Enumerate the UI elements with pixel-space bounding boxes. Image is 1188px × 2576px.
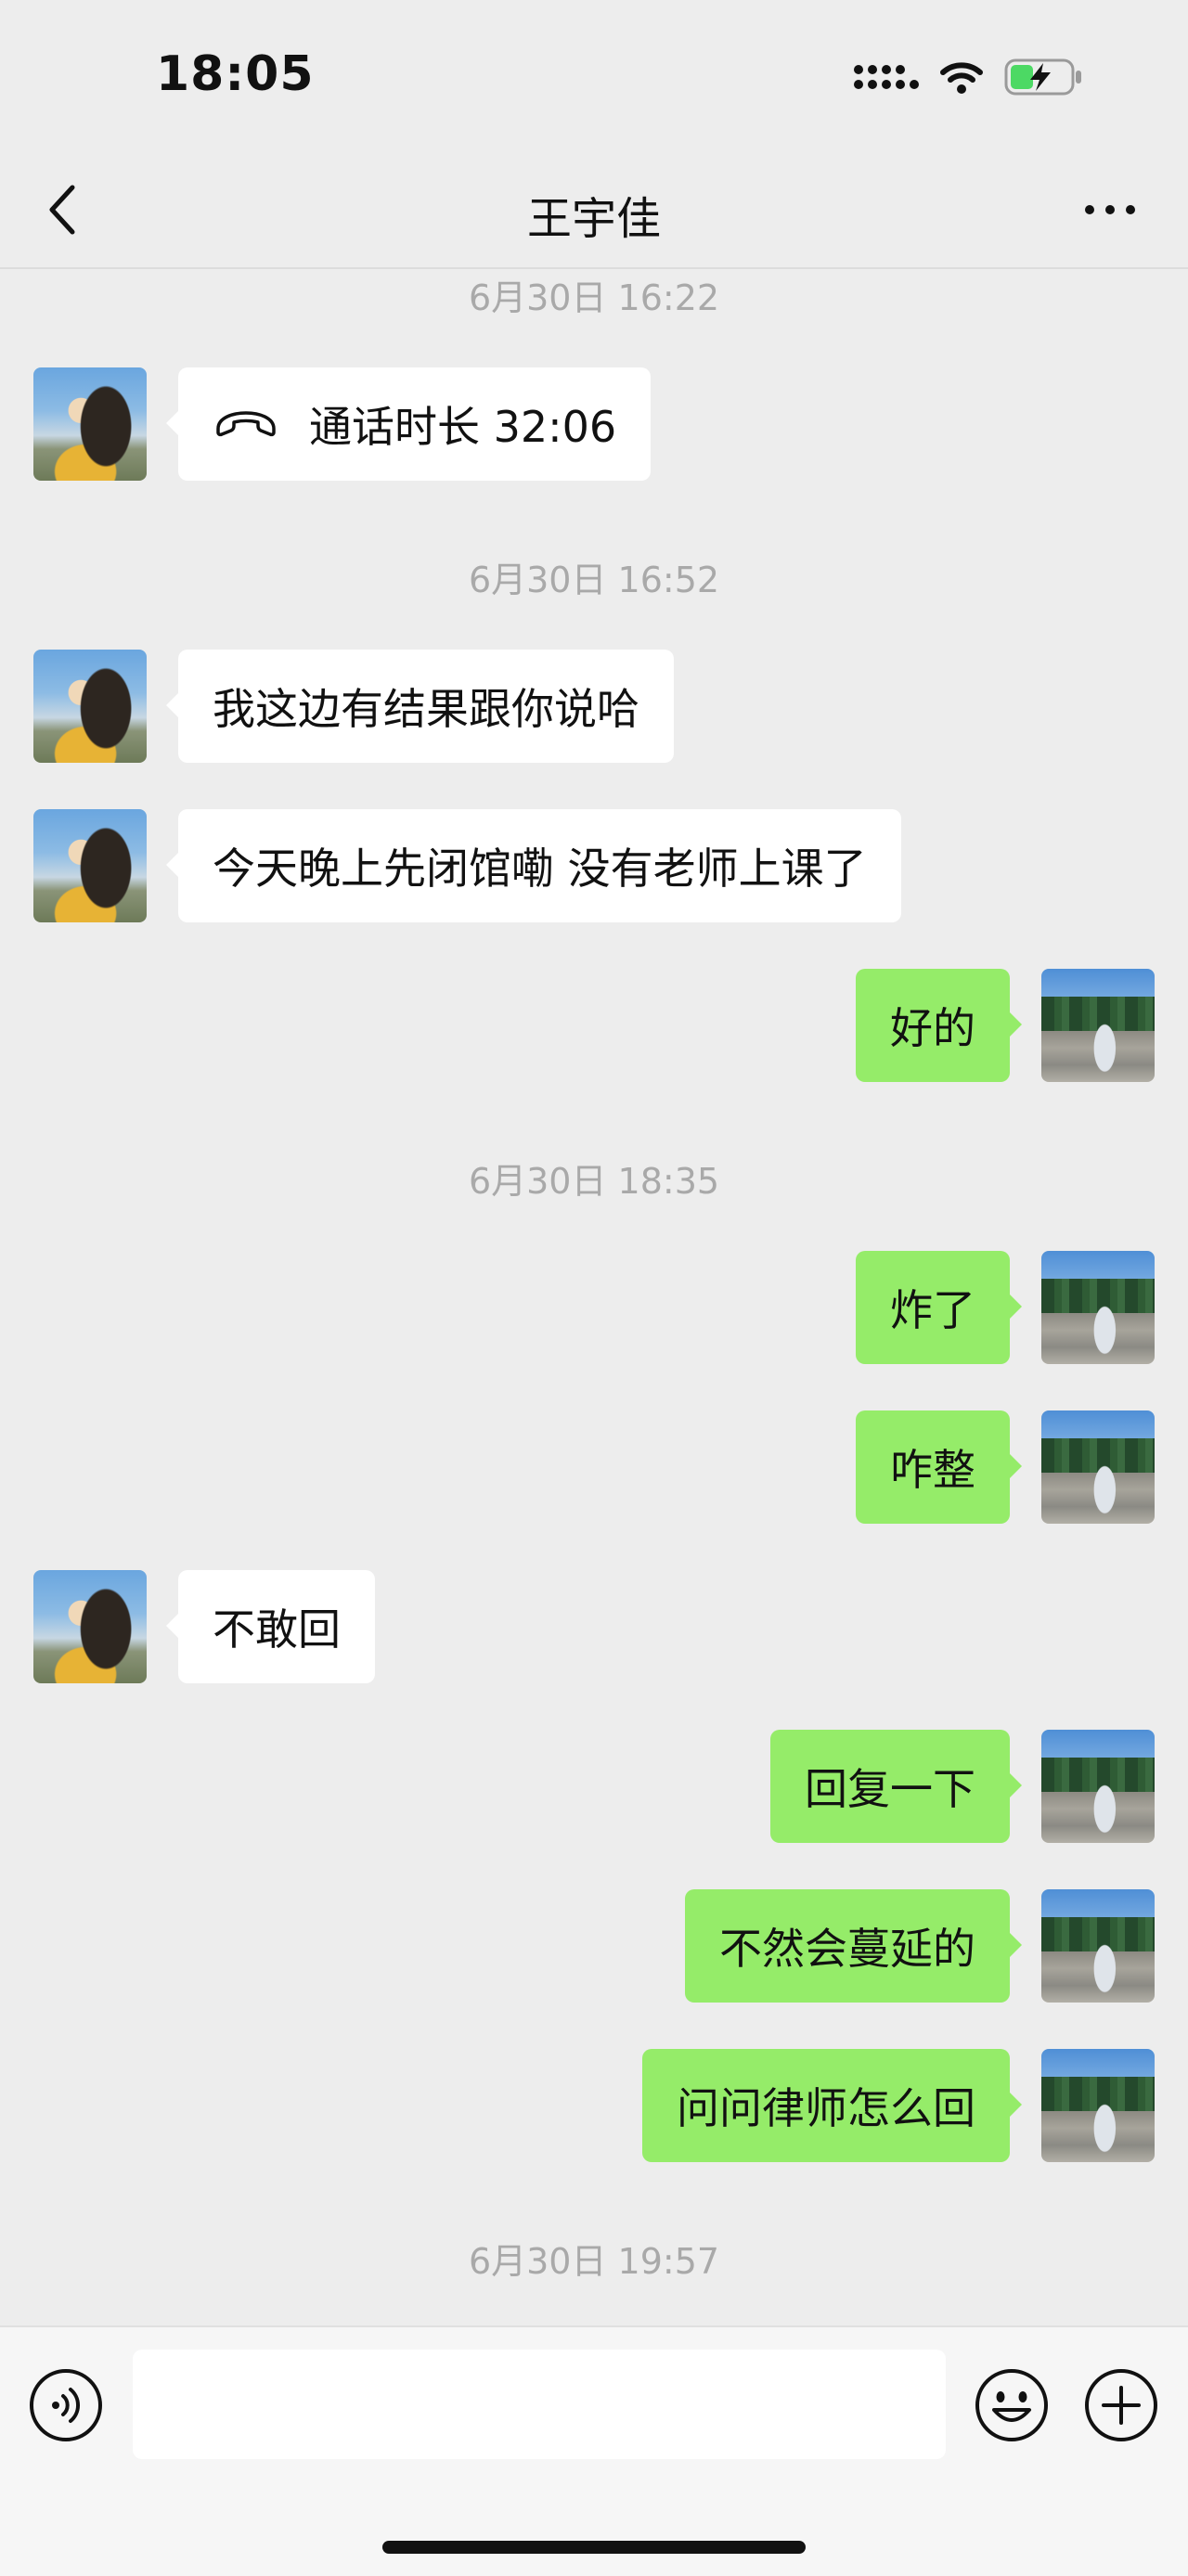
my-avatar[interactable] (1041, 969, 1155, 1082)
battery-charging-icon (1004, 58, 1084, 97)
plus-icon (1085, 2369, 1157, 2441)
timestamp: 6月30日 18:35 (468, 1161, 720, 1202)
message-bubble[interactable]: 我这边有结果跟你说哈 (166, 650, 674, 763)
cellular-signal-icon (854, 65, 919, 89)
message-bubble[interactable]: 今天晚上先闭馆嘞 没有老师上课了 (166, 809, 901, 922)
message-row: 不然会蔓延的 (0, 1889, 1188, 2004)
call-record-bubble[interactable]: 通话时长 32:06 (165, 367, 652, 481)
message-row: 今天晚上先闭馆嘞 没有老师上课了 (0, 809, 1188, 924)
my-avatar[interactable] (1041, 2049, 1155, 2162)
more-button[interactable] (1077, 191, 1143, 228)
status-time: 18:05 (156, 46, 315, 102)
status-bar: 18:05 (0, 0, 1188, 153)
chat-header: 王宇佳 (0, 158, 1188, 269)
message-bubble[interactable]: 好的 (856, 969, 1022, 1082)
message-row: 咋整 (0, 1410, 1188, 1526)
contact-avatar[interactable] (33, 650, 147, 763)
timestamp: 6月30日 16:52 (468, 560, 720, 600)
message-row: 好的 (0, 969, 1188, 1084)
input-bar (0, 2325, 1188, 2576)
timestamp: 6月30日 19:57 (468, 2241, 720, 2282)
timestamp: 6月30日 16:22 (468, 277, 720, 318)
message-row: 我这边有结果跟你说哈 (0, 650, 1188, 765)
home-indicator[interactable] (382, 2541, 806, 2554)
message-bubble[interactable]: 不敢回 (166, 1570, 375, 1683)
call-duration-text: 通话时长 32:06 (309, 402, 617, 452)
message-row: 回复一下 (0, 1730, 1188, 1845)
emoji-button[interactable] (974, 2367, 1050, 2443)
emoji-icon (975, 2369, 1048, 2441)
contact-avatar[interactable] (33, 367, 147, 481)
more-functions-button[interactable] (1083, 2367, 1159, 2443)
my-avatar[interactable] (1041, 1251, 1155, 1364)
message-input[interactable] (133, 2350, 946, 2459)
message-bubble[interactable]: 不然会蔓延的 (685, 1889, 1022, 2003)
chat-title: 王宇佳 (526, 193, 661, 245)
message-list[interactable]: 6月30日 16:22 通话时长 32:06 6月30日 16:52 我这边有结… (0, 269, 1188, 2325)
wifi-icon (939, 59, 984, 95)
message-bubble[interactable]: 回复一下 (770, 1730, 1022, 1843)
my-avatar[interactable] (1041, 1410, 1155, 1524)
message-row: 炸了 (0, 1251, 1188, 1366)
voice-input-button[interactable] (28, 2367, 104, 2443)
message-row: 通话时长 32:06 (0, 367, 1188, 483)
message-bubble[interactable]: 炸了 (856, 1251, 1022, 1364)
status-icons (854, 58, 1084, 97)
message-row: 问问律师怎么回 (0, 2049, 1188, 2164)
phone-hangup-icon (213, 408, 279, 440)
voice-input-icon (30, 2369, 102, 2441)
contact-avatar[interactable] (33, 1570, 147, 1683)
message-bubble[interactable]: 问问律师怎么回 (642, 2049, 1022, 2162)
message-row: 不敢回 (0, 1570, 1188, 1685)
more-dots-icon (1085, 205, 1135, 214)
my-avatar[interactable] (1041, 1730, 1155, 1843)
message-bubble[interactable]: 咋整 (856, 1410, 1022, 1524)
my-avatar[interactable] (1041, 1889, 1155, 2003)
contact-avatar[interactable] (33, 809, 147, 922)
